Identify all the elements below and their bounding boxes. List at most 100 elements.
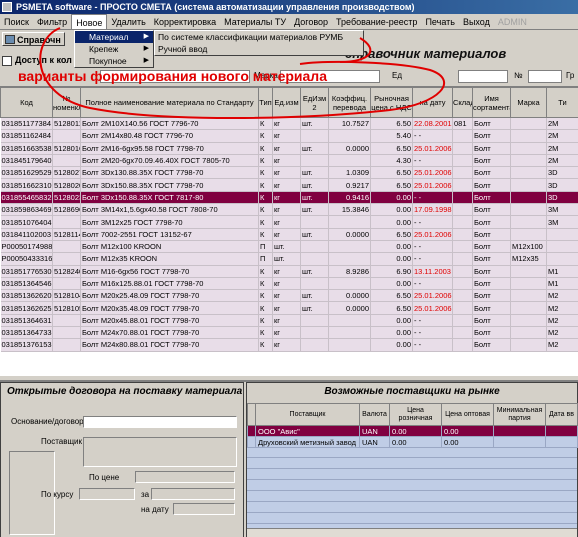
filter-field-ed[interactable] (458, 70, 508, 83)
table-cell: шт. (272, 252, 301, 266)
table-cell: 0.0000 (328, 289, 371, 303)
menu-item-3[interactable]: Удалить (107, 14, 149, 29)
suppliers-header-3[interactable]: Цена оптовая (441, 403, 494, 426)
for-field[interactable] (151, 488, 235, 500)
table-cell: 031851376153 (0, 338, 53, 352)
grid-header-10[interactable]: Имя сортамента (472, 87, 511, 118)
dropdown-item-1[interactable]: Крепеж ▶ (75, 43, 153, 55)
suppliers-header-1[interactable]: Валюта (359, 403, 390, 426)
table-cell: 25.01.2006 (412, 228, 453, 241)
table-row[interactable]: 031841102003 5128114 Болт 7002-2551 ГОСТ 1… (0, 228, 578, 241)
table-cell: К (258, 117, 273, 131)
filter-field-num[interactable] (528, 70, 562, 83)
grid-header-4[interactable]: Ед.изм (272, 87, 301, 118)
menu-item-1[interactable]: Фильтр (33, 14, 71, 29)
suppliers-header-0[interactable]: Поставщик (255, 403, 360, 426)
supplier-row[interactable]: ООО "Авис" UAN 0.00 0.00 (247, 425, 578, 437)
grid-header-2[interactable]: Полное наименование материала по Стандар… (80, 87, 259, 118)
table-row[interactable]: 031851376153 Болт М24х80.88.01 ГОСТ 7798-… (0, 338, 578, 352)
supplier-cell (493, 425, 546, 437)
table-cell: 081 (452, 117, 473, 131)
table-cell: Болт М20х35.48.09 ГОСТ 7798-70 (80, 301, 259, 315)
table-row[interactable]: 031851364631 Болт М20х45.88.01 ГОСТ 7798-… (0, 314, 578, 328)
basis-field[interactable] (83, 416, 237, 428)
menu-item-4[interactable]: Корректировка (150, 14, 220, 29)
table-cell (546, 240, 578, 254)
table-row[interactable]: 031851362620 5128104 Болт М20х25.48.09 ГОС… (0, 289, 578, 303)
table-cell: 22.08.2001 (412, 117, 453, 131)
table-row[interactable]: 031851776530 5128240 Болт М16-6gх56 ГОСТ 7… (0, 265, 578, 278)
submenu-item-1[interactable]: Ручной ввод (155, 43, 363, 55)
menu-item-2[interactable]: Новое (71, 14, 108, 29)
menu-item-5[interactable]: Материалы ТУ (220, 14, 290, 29)
menu-item-0[interactable]: Поиск (0, 14, 33, 29)
table-cell: шт. (300, 203, 329, 217)
table-row[interactable]: 031851663538 5128016 Болт 2М16-6gх95.58 ГО… (0, 142, 578, 155)
dropdown-item-2[interactable]: Покупное ▶ (75, 55, 153, 67)
grid-header-8[interactable]: на дату (412, 87, 453, 118)
dropdown-item-0[interactable]: Материал ▶ (75, 31, 153, 43)
grid-header-5[interactable]: ЕдИзм 2 (300, 87, 329, 118)
table-cell: К (258, 314, 273, 328)
date-field[interactable] (173, 503, 235, 515)
suppliers-hscrollbar[interactable] (247, 528, 577, 537)
grid-header-6[interactable]: Коэффиц. перевода (328, 87, 371, 118)
table-row[interactable]: 031851177384 5128011 Болт 2М10Х140.56 ГОСТ… (0, 117, 578, 131)
table-row[interactable]: 031851076404 Болт 3М12х25 ГОСТ 7798-70 Ккг… (0, 215, 578, 229)
menu-item-9[interactable]: Выход (459, 14, 494, 29)
table-cell (510, 191, 547, 205)
price-field[interactable] (135, 471, 235, 483)
menu-item-6[interactable]: Договор (290, 14, 332, 29)
table-row[interactable]: 031859863469 5128696 Болт 3М14х1,5.6gх40.5… (0, 203, 578, 217)
table-cell: К (258, 129, 273, 143)
table-cell: К (258, 326, 273, 340)
table-cell: 6.50 (370, 142, 413, 155)
table-row[interactable]: Р00050174988 Болт М12х100 KROON Пшт. 0.00- … (0, 240, 578, 254)
suppliers-header-5[interactable]: Дата вв (545, 403, 578, 426)
table-cell: 25.01.2006 (412, 289, 453, 303)
table-cell (52, 277, 81, 291)
access-checkbox[interactable] (2, 56, 12, 66)
grid-header-3[interactable]: Тип (258, 87, 273, 118)
table-cell: 031851162484 (0, 129, 53, 143)
table-row[interactable]: Р00050433316 Болт М12х35 KROON Пшт. 0.00- -… (0, 252, 578, 266)
grid-header-0[interactable]: Код (0, 87, 53, 118)
menu-item-7[interactable]: Требование-реестр (332, 14, 421, 29)
table-cell (510, 301, 547, 315)
reference-button[interactable]: Справочн (2, 32, 65, 46)
grid-header-7[interactable]: Рыночная цена с НДС (370, 87, 413, 118)
table-row[interactable]: 031851162484 Болт 2М14х80.48 ГОСТ 7796-70… (0, 129, 578, 143)
table-row[interactable]: 031855465832 5128023 Болт 3Dх150.88.35Х ГО… (0, 191, 578, 205)
table-cell: M2 (546, 326, 578, 340)
grid-header-9[interactable]: Склад (452, 87, 473, 118)
table-cell: кг (272, 203, 301, 217)
supplier-field[interactable] (83, 437, 237, 467)
contracts-title: Открытые договора на поставку материала (7, 386, 243, 397)
table-cell: 3D (546, 166, 578, 180)
table-cell: Болт (472, 228, 511, 241)
submenu-item-0[interactable]: По системе классификации материалов РУМБ (155, 31, 363, 43)
table-row[interactable]: 031845179640 Болт 2М20-6gх70.09.46.40Х ГО… (0, 154, 578, 168)
table-cell: Болт 2М10Х140.56 ГОСТ 7796-70 (80, 117, 259, 131)
grid-header-1[interactable]: № номенклатурный (52, 87, 81, 118)
table-cell: кг (272, 314, 301, 328)
rate-field[interactable] (79, 488, 135, 500)
table-row[interactable]: 031851364546 Болт М16х125.88.01 ГОСТ 7798… (0, 277, 578, 291)
table-row[interactable]: 031851662310 5128020 Болт 3Dх150.88.35Х ГО… (0, 178, 578, 192)
table-cell: Болт 3Dх130.88.35Х ГОСТ 7798-70 (80, 166, 259, 180)
table-row[interactable]: 031851364733 Болт М24х70.88.01 ГОСТ 7798-… (0, 326, 578, 340)
table-row[interactable]: 031851362625 5128105 Болт М20х35.48.09 ГОС… (0, 301, 578, 315)
rate-label: По курсу (41, 490, 74, 499)
menu-item-10[interactable]: ADMIN (494, 14, 531, 29)
table-row[interactable]: 031851629529 5128027 Болт 3Dх130.88.35Х ГО… (0, 166, 578, 180)
grid-header-11[interactable]: Марка (510, 87, 547, 118)
table-cell: 0.00 (370, 203, 413, 217)
table-cell: 25.01.2006 (412, 178, 453, 192)
suppliers-header-2[interactable]: Цена розничная (389, 403, 442, 426)
grid-header-12[interactable]: Ти (546, 87, 578, 118)
menu-item-8[interactable]: Печать (421, 14, 458, 29)
window-title: PSMETA software - ПРОСТО СМЕТА (система … (16, 2, 415, 12)
supplier-row[interactable]: Друховский метизный завод UAN 0.00 0.00 (247, 436, 578, 448)
suppliers-header-4[interactable]: Минимальная партия (493, 403, 546, 426)
table-cell: кг (272, 166, 301, 180)
